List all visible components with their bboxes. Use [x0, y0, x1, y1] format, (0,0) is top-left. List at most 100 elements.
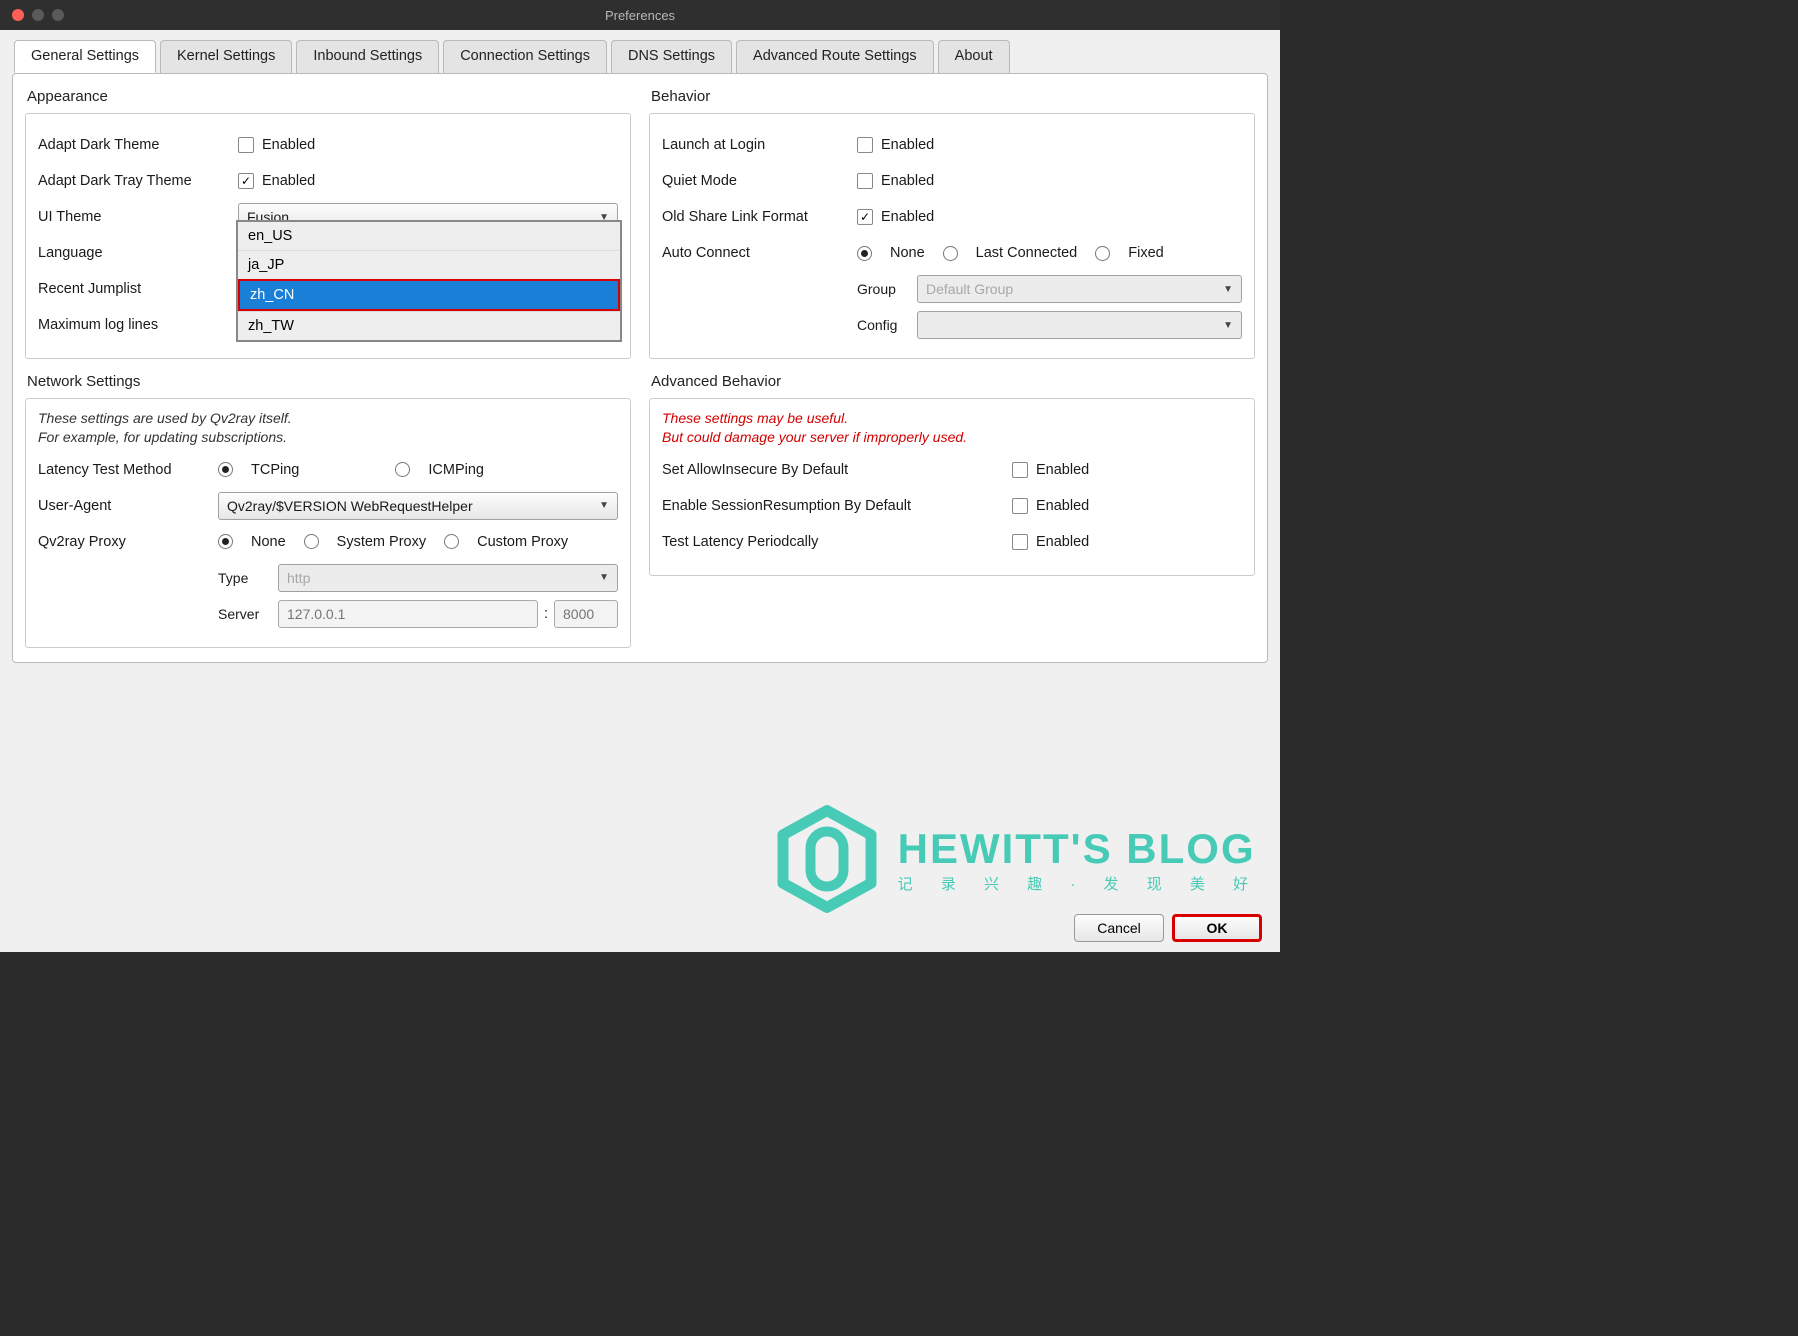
config-label: Config: [857, 317, 917, 333]
auto-connect-fixed-radio[interactable]: [1095, 246, 1110, 261]
proxy-type-select[interactable]: http ▼: [278, 564, 618, 592]
test-latency-label: Test Latency Periodcally: [662, 534, 1012, 550]
auto-connect-label: Auto Connect: [662, 245, 857, 261]
network-title: Network Settings: [27, 373, 629, 390]
watermark: HEWITT'S BLOG 记 录 兴 趣 · 发 现 美 好: [772, 804, 1260, 914]
quiet-checkbox[interactable]: [857, 173, 873, 189]
network-note-2: For example, for updating subscriptions.: [38, 428, 618, 447]
window-zoom-button[interactable]: [52, 9, 64, 21]
latency-label: Latency Test Method: [38, 462, 218, 478]
launch-checkbox[interactable]: [857, 137, 873, 153]
group-value: Default Group: [926, 281, 1013, 297]
proxy-custom-label: Custom Proxy: [477, 534, 568, 550]
allow-insecure-enabled-text: Enabled: [1036, 462, 1089, 478]
auto-connect-none-radio[interactable]: [857, 246, 872, 261]
language-option-en-us[interactable]: en_US: [238, 222, 620, 250]
launch-enabled-text: Enabled: [881, 137, 934, 153]
language-dropdown[interactable]: en_US ja_JP zh_CN zh_TW: [236, 220, 622, 342]
proxy-system-radio[interactable]: [304, 534, 319, 549]
user-agent-label: User-Agent: [38, 498, 218, 514]
quiet-enabled-text: Enabled: [881, 173, 934, 189]
proxy-server-host-input[interactable]: [278, 600, 538, 628]
proxy-custom-radio[interactable]: [444, 534, 459, 549]
auto-connect-none-label: None: [890, 245, 925, 261]
latency-icmping-radio[interactable]: [395, 462, 410, 477]
session-resume-label: Enable SessionResumption By Default: [662, 498, 1012, 514]
group-select[interactable]: Default Group ▼: [917, 275, 1242, 303]
tab-about[interactable]: About: [938, 40, 1010, 73]
session-resume-enabled-text: Enabled: [1036, 498, 1089, 514]
adapt-dark-label: Adapt Dark Theme: [38, 137, 238, 153]
recent-jumplist-label: Recent Jumplist: [38, 281, 238, 297]
old-share-enabled-text: Enabled: [881, 209, 934, 225]
tab-dns-settings[interactable]: DNS Settings: [611, 40, 732, 73]
allow-insecure-checkbox[interactable]: [1012, 462, 1028, 478]
test-latency-checkbox[interactable]: [1012, 534, 1028, 550]
max-log-lines-label: Maximum log lines: [38, 317, 238, 333]
proxy-server-label: Server: [218, 606, 278, 622]
launch-label: Launch at Login: [662, 137, 857, 153]
proxy-none-radio[interactable]: [218, 534, 233, 549]
appearance-group: Adapt Dark Theme Enabled Adapt Dark Tray…: [25, 113, 631, 359]
advanced-warn-1: These settings may be useful.: [662, 409, 1242, 428]
ok-button[interactable]: OK: [1172, 914, 1262, 942]
chevron-down-icon: ▼: [599, 500, 609, 511]
window-close-button[interactable]: [12, 9, 24, 21]
proxy-system-label: System Proxy: [337, 534, 426, 550]
tab-kernel-settings[interactable]: Kernel Settings: [160, 40, 292, 73]
adapt-dark-tray-label: Adapt Dark Tray Theme: [38, 173, 238, 189]
ui-theme-label: UI Theme: [38, 209, 238, 225]
quiet-label: Quiet Mode: [662, 173, 857, 189]
language-option-zh-tw[interactable]: zh_TW: [238, 311, 620, 340]
language-option-zh-cn[interactable]: zh_CN: [238, 279, 620, 311]
proxy-type-value: http: [287, 570, 310, 586]
latency-icmping-label: ICMPing: [428, 462, 484, 478]
tab-advanced-route-settings[interactable]: Advanced Route Settings: [736, 40, 934, 73]
config-select[interactable]: ▼: [917, 311, 1242, 339]
language-label: Language: [38, 245, 238, 261]
appearance-title: Appearance: [27, 88, 629, 105]
proxy-port-separator: :: [538, 606, 554, 622]
titlebar: Preferences: [0, 0, 1280, 30]
language-option-ja-jp[interactable]: ja_JP: [238, 250, 620, 279]
tab-bar: General Settings Kernel Settings Inbound…: [0, 30, 1280, 73]
watermark-title: HEWITT'S BLOG: [898, 825, 1260, 873]
adapt-dark-enabled-text: Enabled: [262, 137, 315, 153]
auto-connect-last-radio[interactable]: [943, 246, 958, 261]
old-share-label: Old Share Link Format: [662, 209, 857, 225]
test-latency-enabled-text: Enabled: [1036, 534, 1089, 550]
adapt-dark-tray-checkbox[interactable]: [238, 173, 254, 189]
proxy-server-port-input[interactable]: [554, 600, 618, 628]
user-agent-select[interactable]: Qv2ray/$VERSION WebRequestHelper ▼: [218, 492, 618, 520]
adapt-dark-tray-enabled-text: Enabled: [262, 173, 315, 189]
latency-tcping-label: TCPing: [251, 462, 299, 478]
chevron-down-icon: ▼: [1223, 284, 1233, 295]
advanced-title: Advanced Behavior: [651, 373, 1253, 390]
advanced-group: These settings may be useful. But could …: [649, 398, 1255, 576]
tab-general-settings[interactable]: General Settings: [14, 40, 156, 73]
auto-connect-fixed-label: Fixed: [1128, 245, 1163, 261]
behavior-title: Behavior: [651, 88, 1253, 105]
latency-tcping-radio[interactable]: [218, 462, 233, 477]
old-share-checkbox[interactable]: [857, 209, 873, 225]
window-minimize-button[interactable]: [32, 9, 44, 21]
user-agent-value: Qv2ray/$VERSION WebRequestHelper: [227, 498, 473, 514]
advanced-warn-2: But could damage your server if improper…: [662, 428, 1242, 447]
window-title: Preferences: [605, 8, 675, 23]
proxy-type-label: Type: [218, 570, 278, 586]
network-group: These settings are used by Qv2ray itself…: [25, 398, 631, 648]
behavior-group: Launch at Login Enabled Quiet Mode Enabl…: [649, 113, 1255, 359]
chevron-down-icon: ▼: [599, 572, 609, 583]
network-note-1: These settings are used by Qv2ray itself…: [38, 409, 618, 428]
allow-insecure-label: Set AllowInsecure By Default: [662, 462, 1012, 478]
tab-inbound-settings[interactable]: Inbound Settings: [296, 40, 439, 73]
session-resume-checkbox[interactable]: [1012, 498, 1028, 514]
watermark-subtitle: 记 录 兴 趣 · 发 现 美 好: [898, 873, 1260, 894]
tab-connection-settings[interactable]: Connection Settings: [443, 40, 607, 73]
watermark-logo-icon: [772, 804, 882, 914]
chevron-down-icon: ▼: [1223, 320, 1233, 331]
group-label: Group: [857, 281, 917, 297]
adapt-dark-checkbox[interactable]: [238, 137, 254, 153]
cancel-button[interactable]: Cancel: [1074, 914, 1164, 942]
proxy-none-label: None: [251, 534, 286, 550]
